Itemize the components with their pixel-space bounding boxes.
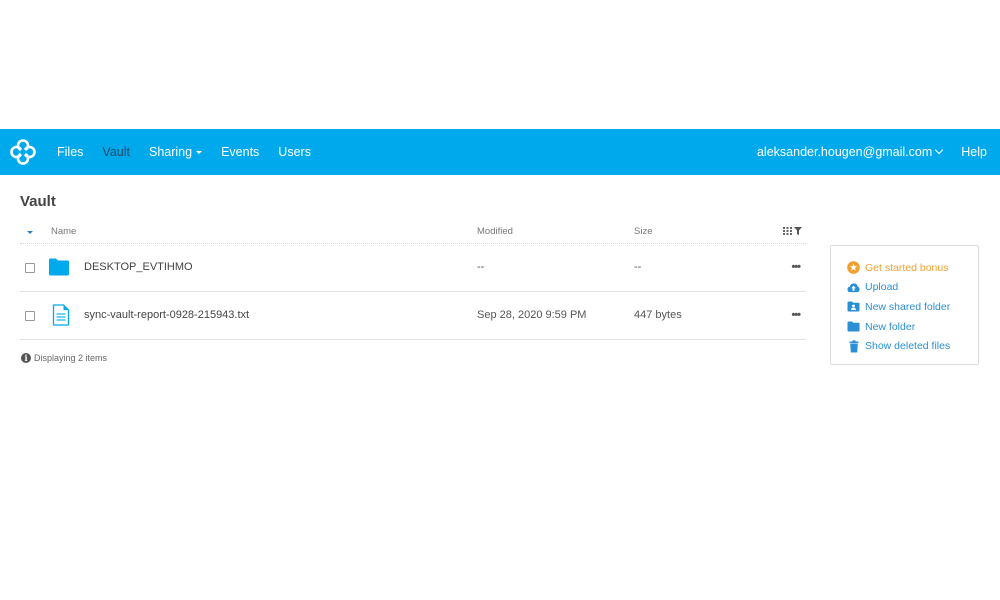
help-link[interactable]: Help — [961, 145, 987, 159]
nav-vault[interactable]: Vault — [102, 145, 130, 159]
nav-events-label: Events — [221, 145, 260, 159]
nav-events[interactable]: Events — [221, 145, 259, 159]
action-label: New shared folder — [865, 300, 951, 313]
nav-files[interactable]: Files — [57, 145, 83, 159]
text-file-icon — [52, 304, 70, 326]
sync-logo-icon[interactable] — [9, 138, 37, 166]
sort-caret-icon[interactable] — [27, 231, 33, 234]
file-name[interactable]: sync-vault-report-0928-215943.txt — [84, 309, 249, 321]
file-size: 447 bytes — [634, 309, 682, 321]
column-header-size[interactable]: Size — [634, 226, 652, 237]
actions-panel: Get started bonus Upload New shared fold… — [830, 245, 979, 365]
nav-files-label: Files — [57, 145, 84, 159]
action-label: Get started bonus — [865, 261, 949, 274]
columns-grid-icon[interactable] — [783, 227, 792, 235]
user-account-menu[interactable]: aleksander.hougen@gmail.com — [756, 145, 944, 159]
cloud-upload-icon — [847, 281, 860, 294]
action-label: Show deleted files — [865, 340, 951, 353]
table-row[interactable]: DESKTOP_EVTIHMO -- -- ••• — [20, 244, 806, 292]
action-label: New folder — [865, 320, 916, 333]
action-label: Upload — [865, 281, 899, 294]
shared-folder-icon — [847, 300, 860, 313]
top-navbar: Files Vault Sharing Events Users aleksan… — [0, 129, 1000, 175]
nav-sharing[interactable]: Sharing — [148, 145, 203, 159]
upload-link[interactable]: Upload — [847, 278, 978, 298]
row-checkbox[interactable] — [25, 263, 35, 273]
get-started-bonus-link[interactable]: Get started bonus — [847, 258, 978, 278]
info-icon: i — [21, 353, 31, 363]
caret-down-icon — [196, 150, 203, 154]
more-options-button[interactable]: ••• — [791, 261, 801, 273]
table-header: Name Modified Size — [20, 220, 806, 244]
main-nav: Files Vault Sharing Events Users — [57, 129, 330, 175]
nav-vault-label: Vault — [102, 145, 130, 159]
trash-icon — [847, 339, 860, 353]
page-title: Vault — [20, 193, 56, 210]
nav-sharing-label: Sharing — [148, 145, 193, 159]
item-count-info: i Displaying 2 items — [21, 353, 107, 363]
file-modified: -- — [477, 261, 485, 273]
nav-right: aleksander.hougen@gmail.com Help — [757, 129, 987, 175]
chevron-down-icon — [935, 145, 944, 155]
new-folder-link[interactable]: New folder — [847, 317, 978, 337]
column-tools — [783, 227, 802, 235]
show-deleted-files-link[interactable]: Show deleted files — [847, 336, 978, 356]
user-email: aleksander.hougen@gmail.com — [756, 145, 933, 159]
row-checkbox[interactable] — [25, 311, 35, 321]
star-badge-icon — [847, 261, 860, 275]
nav-users[interactable]: Users — [278, 145, 311, 159]
file-modified: Sep 28, 2020 9:59 PM — [477, 309, 587, 321]
nav-users-label: Users — [278, 145, 311, 159]
item-count-text: Displaying 2 items — [34, 353, 108, 363]
file-name[interactable]: DESKTOP_EVTIHMO — [84, 261, 193, 273]
file-table: Name Modified Size DESKTOP_EVTIHMO -- --… — [20, 220, 806, 340]
column-header-modified[interactable]: Modified — [477, 226, 513, 237]
folder-icon — [49, 258, 69, 276]
column-header-name[interactable]: Name — [51, 226, 76, 237]
table-row[interactable]: sync-vault-report-0928-215943.txt Sep 28… — [20, 292, 806, 340]
folder-icon — [847, 320, 860, 333]
more-options-button[interactable]: ••• — [791, 309, 801, 321]
file-size: -- — [634, 261, 642, 273]
new-shared-folder-link[interactable]: New shared folder — [847, 297, 978, 317]
filter-icon[interactable] — [794, 227, 802, 235]
